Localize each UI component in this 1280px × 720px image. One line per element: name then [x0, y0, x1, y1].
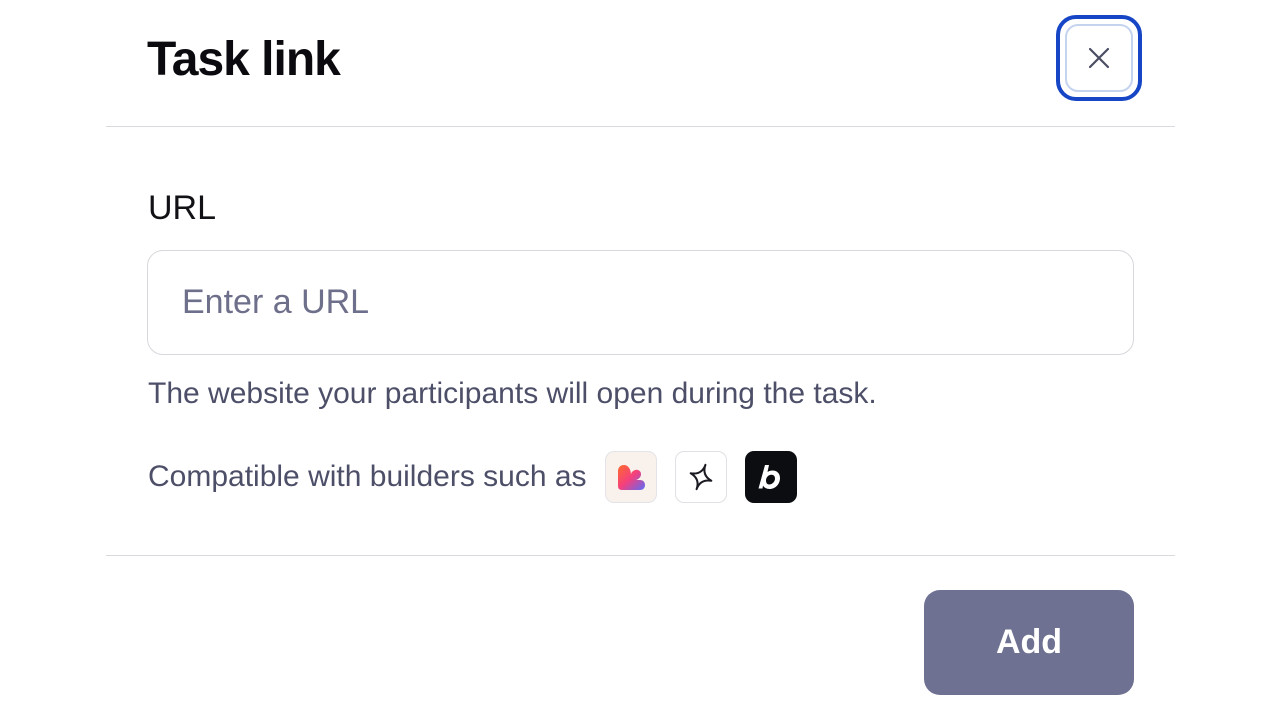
- close-button[interactable]: [1056, 15, 1142, 101]
- url-input[interactable]: [147, 250, 1134, 355]
- header-divider: [106, 126, 1175, 127]
- sparkle-logo-icon: [674, 450, 727, 503]
- add-button[interactable]: Add: [924, 590, 1134, 695]
- close-button-inner: [1065, 24, 1133, 92]
- compatibility-row: Compatible with builders such as: [148, 450, 815, 503]
- compatibility-text: Compatible with builders such as: [148, 459, 587, 493]
- footer-divider: [106, 555, 1175, 556]
- url-label: URL: [148, 189, 217, 227]
- task-link-dialog: Task link URL The website your participa…: [0, 0, 1280, 720]
- lovable-logo-icon: [604, 450, 657, 503]
- url-help-text: The website your participants will open …: [148, 377, 877, 410]
- bolt-logo-icon: [744, 450, 797, 503]
- close-icon: [1088, 47, 1110, 69]
- dialog-title: Task link: [147, 33, 341, 86]
